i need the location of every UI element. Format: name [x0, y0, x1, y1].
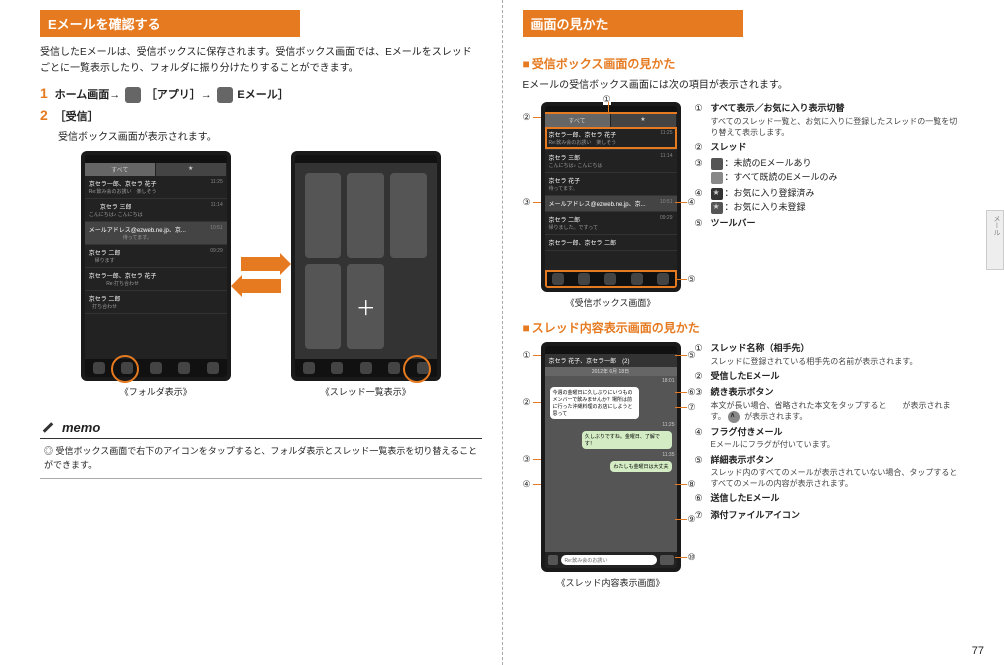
section-heading-right: 画面の見かた — [523, 10, 743, 37]
intro-text: 受信したEメールは、受信ボックスに保存されます。受信ボックス画面では、Eメールを… — [40, 45, 482, 77]
phone-comparison-row: すべて ★ 京セラ一郎、京セラ 花子Re:飲み会のお誘い 楽しそう11:25 京… — [40, 151, 482, 398]
phone-tab-all: すべて — [85, 163, 156, 176]
chat-header: 京セラ 花子、京セラ一郎 (2) — [545, 354, 677, 367]
phone-tab-star: ★ — [156, 163, 227, 176]
star-filled-icon — [711, 188, 723, 200]
step-2-number: 2 — [40, 107, 48, 123]
arrow-left-icon — [241, 279, 281, 293]
phone-inbox-annotated: すべて ★ 京セラ一郎、京セラ 花子Re:飲み会のお誘い 楽しそう11:25 京… — [541, 102, 681, 292]
desc-list-2: ①スレッド名称（相手先）スレッドに登録されている相手先の名前が表示されます。 ②… — [695, 342, 965, 589]
step-1-text-c: Eメール］ — [237, 89, 288, 101]
attach-icon — [548, 555, 558, 565]
callout-2: ③ — [523, 197, 531, 208]
callout-r4: ④ — [688, 197, 696, 208]
section-heading-left: Eメールを確認する — [40, 10, 300, 37]
sub-heading-1: 受信ボックス画面の見かた — [523, 55, 965, 72]
step-1-number: 1 — [40, 85, 48, 101]
annotated-block-2: ① ② ③ ④ 京セラ 花子、京セラ一郎 (2) 2012年 6月 18日 18… — [523, 342, 965, 589]
expand-icon — [728, 411, 740, 423]
chat-bubble-sent-1: 久しぶりですね。金曜日、了解です！ — [582, 431, 672, 449]
pencil-icon — [40, 418, 58, 436]
highlight-circle-right — [403, 355, 431, 383]
caption-thread-detail: 《スレッド内容表示画面》 — [541, 576, 681, 589]
phone-thread-view: ＋ — [291, 151, 441, 381]
callout-1: ② — [523, 112, 531, 123]
page-number: 77 — [972, 645, 984, 657]
unread-mail-icon — [711, 158, 723, 170]
caption-folder: 《フォルダ表示》 — [81, 385, 231, 398]
phone-folder-view: すべて ★ 京セラ一郎、京セラ 花子Re:飲み会のお誘い 楽しそう11:25 京… — [81, 151, 231, 381]
step-2-sub: 受信ボックス画面が表示されます。 — [58, 128, 482, 143]
arrow-right-icon — [241, 257, 281, 271]
sub1-intro: Eメールの受信ボックス画面には次の項目が表示されます。 — [523, 78, 965, 94]
memo-box: memo ◎ 受信ボックス画面で右下のアイコンをタップすると、フォルダ表示とスレ… — [40, 418, 482, 479]
phone-thread-detail: 京セラ 花子、京セラ一郎 (2) 2012年 6月 18日 18:01 今週の金… — [541, 342, 681, 572]
chat-input-field: Re:飲み会のお誘い — [561, 555, 657, 565]
annotated-block-1: ② ③ すべて ★ 京セラ一郎、京セラ 花子Re:飲み会のお誘い 楽しそう11:… — [523, 102, 965, 309]
sub-heading-2: スレッド内容表示画面の見かた — [523, 319, 965, 336]
star-empty-icon — [711, 202, 723, 214]
desc-list-1: ①すべて表示／お気に入り表示切替すべてのスレッド一覧と、お気に入りに登録したスレ… — [695, 102, 965, 309]
caption-inbox: 《受信ボックス画面》 — [541, 296, 681, 309]
email-icon — [217, 87, 233, 103]
memo-title: memo — [62, 420, 100, 435]
step-1-text-a: ホーム画面→ — [55, 89, 121, 101]
side-tab: メール — [986, 210, 1004, 270]
step-2: 2 ［受信］ — [40, 107, 482, 124]
step-2-text: ［受信］ — [55, 111, 99, 123]
caption-thread: 《スレッド一覧表示》 — [291, 385, 441, 398]
chat-bubble-received: 今週の金曜日に久しぶりにいつものメンバーで飲みませんか？場所は前に行った沖縄料理… — [550, 387, 640, 419]
callout-r5: ⑤ — [688, 274, 696, 285]
toggle-arrows — [241, 257, 281, 293]
highlight-thread-item — [545, 127, 677, 149]
step-1: 1 ホーム画面→ ［アプリ］→ Eメール］ — [40, 85, 482, 103]
send-button-icon — [660, 555, 674, 565]
step-1-text-b: ［アプリ］→ — [146, 89, 212, 101]
memo-text: ◎ 受信ボックス画面で右下のアイコンをタップすると、フォルダ表示とスレッド一覧表… — [40, 445, 482, 472]
highlight-circle-left — [111, 355, 139, 383]
read-mail-icon — [711, 172, 723, 184]
apps-icon — [125, 87, 141, 103]
highlight-toolbar — [545, 270, 677, 288]
chat-bubble-sent-2: わたしも金曜日は大丈夫 — [610, 461, 671, 472]
